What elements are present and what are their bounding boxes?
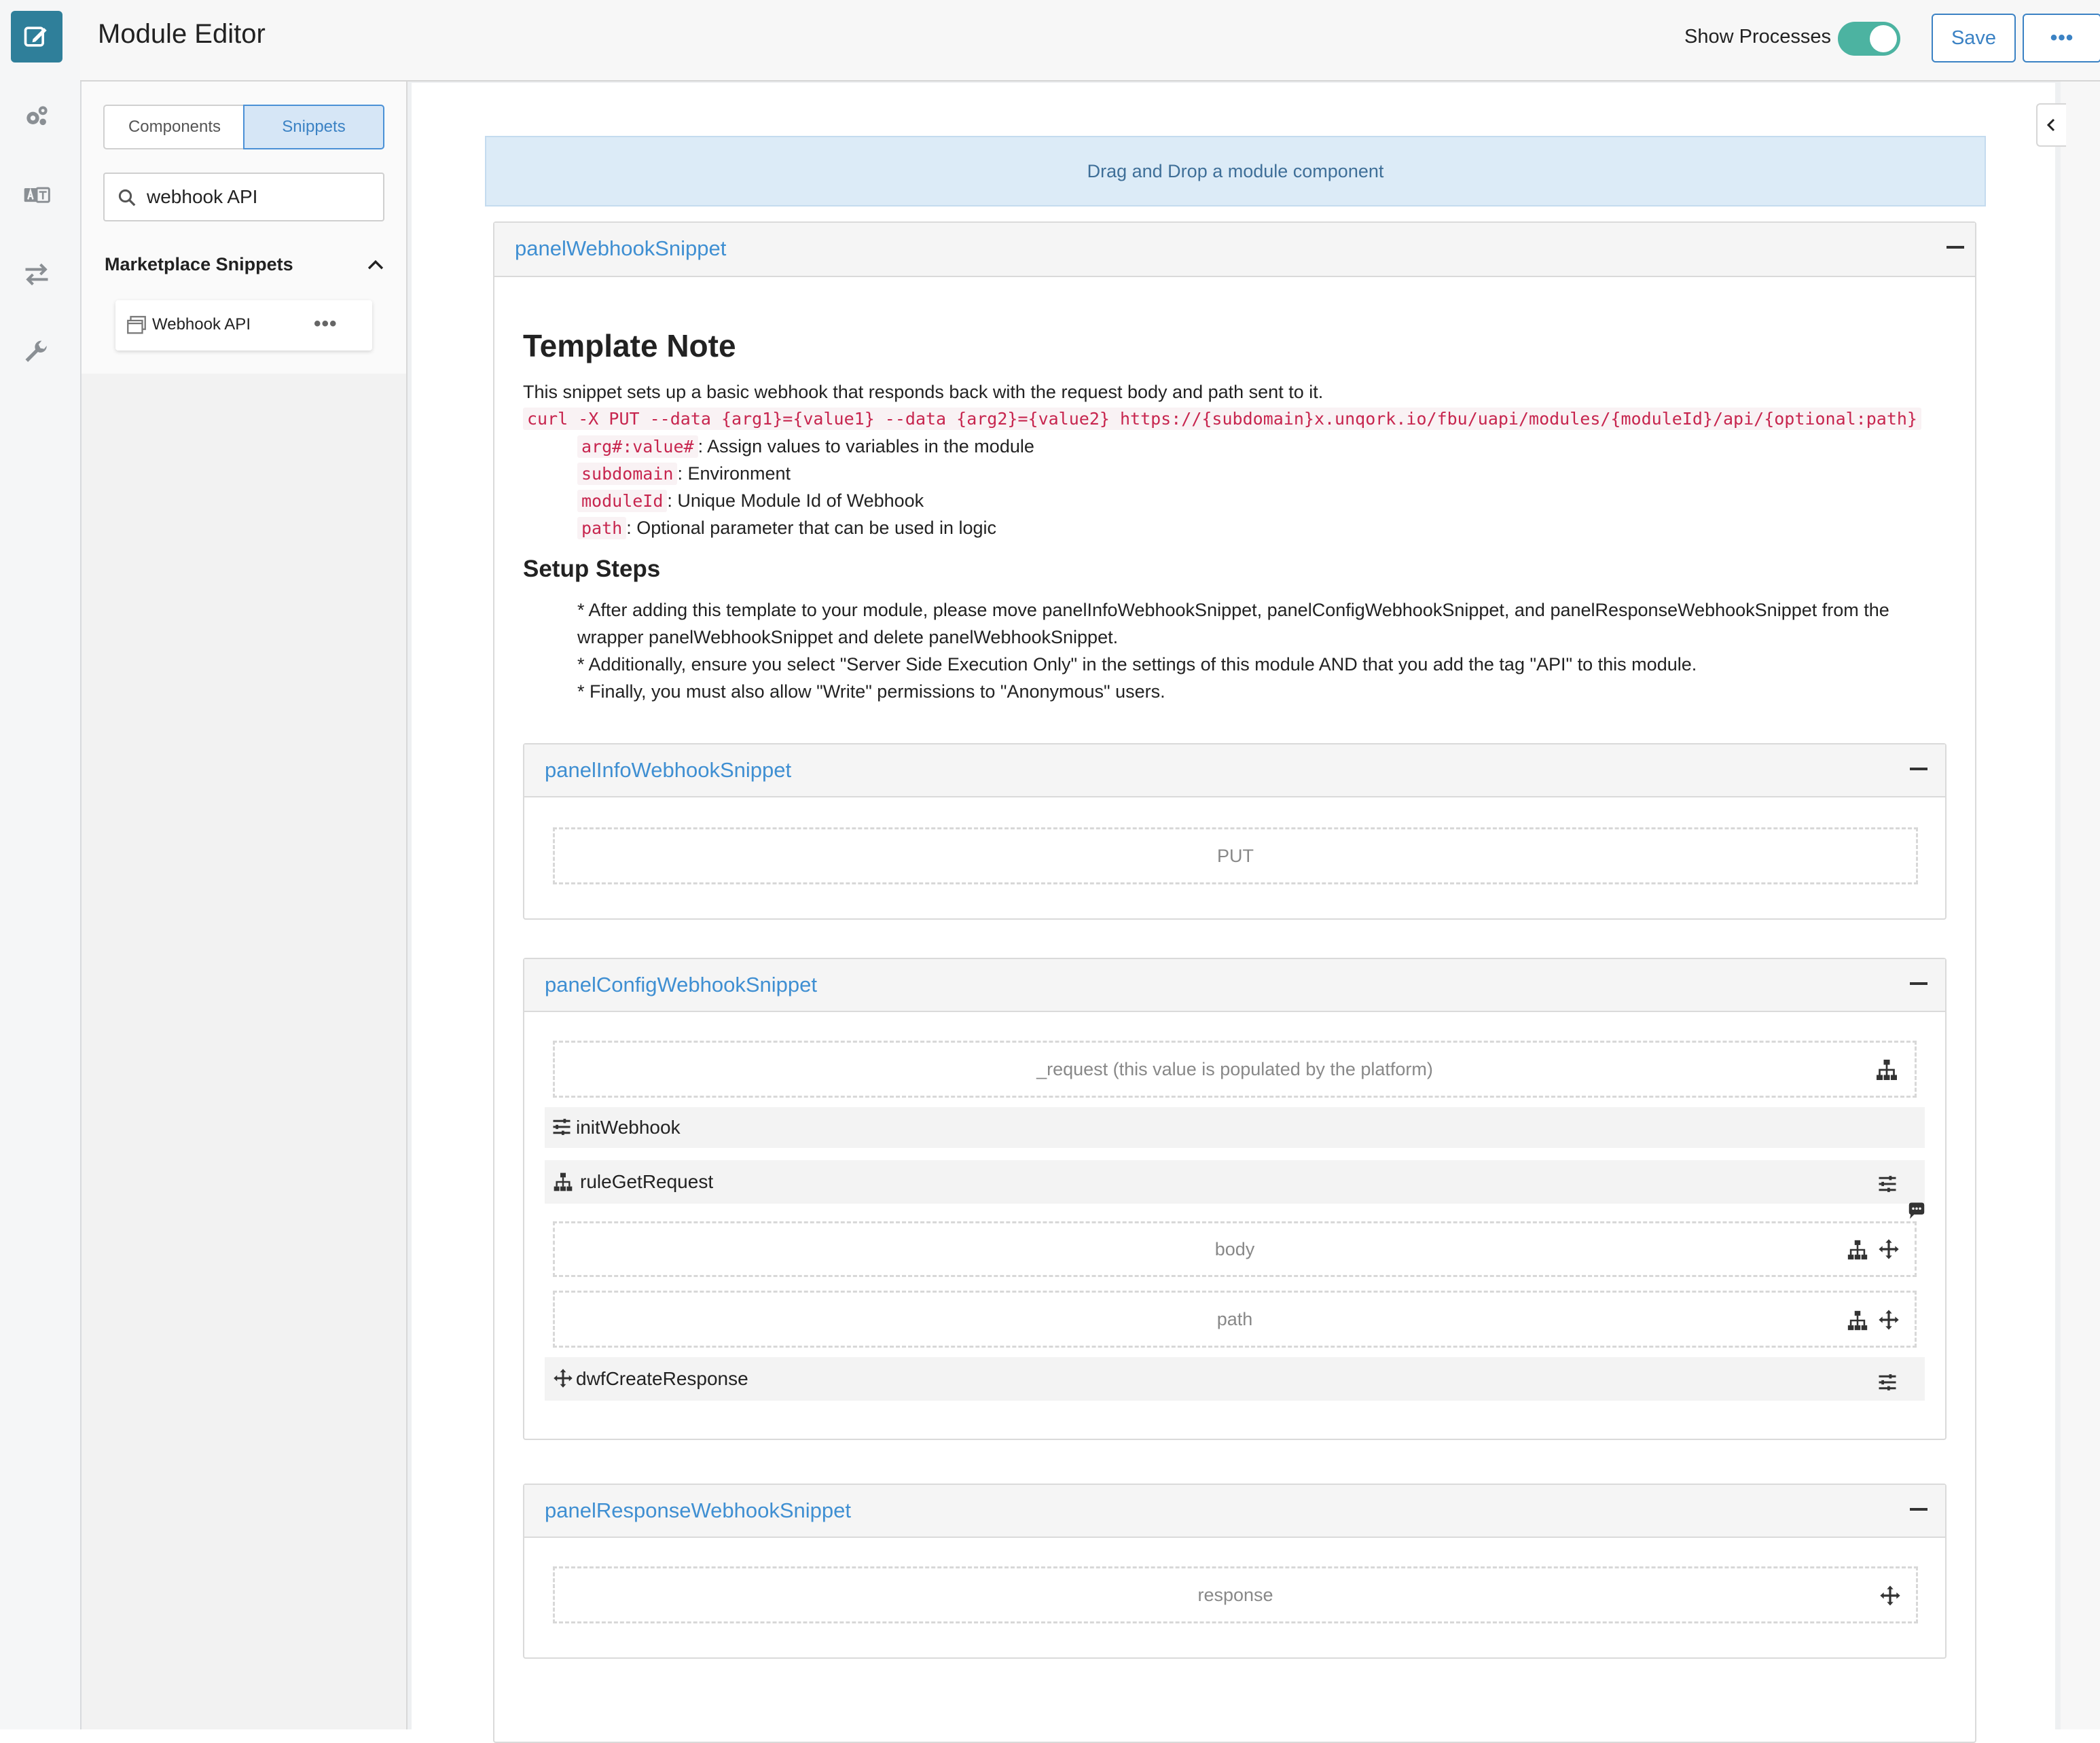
marketplace-snippets-heading: Marketplace Snippets [105, 254, 293, 274]
snippet-item-webhook-api[interactable]: Webhook API ••• [115, 300, 372, 351]
panel-header: panelConfigWebhookSnippet [524, 959, 1945, 1012]
toggle-knob [1870, 25, 1897, 52]
collapse-minus-icon[interactable] [1910, 1508, 1927, 1511]
move-icon[interactable] [1878, 1309, 1900, 1331]
param-text: : Optional parameter that can be used in… [626, 518, 997, 538]
body-field-label: body [1214, 1238, 1255, 1259]
edit-icon[interactable] [11, 11, 62, 62]
curl-code: curl -X PUT --data {arg1}={value1} --dat… [523, 408, 1921, 430]
sliders-icon [1879, 1176, 1896, 1192]
response-field-label: response [1197, 1584, 1273, 1605]
path-field[interactable]: path [553, 1291, 1917, 1348]
snippet-label: Webhook API [152, 315, 251, 334]
transfer-icon[interactable] [11, 249, 62, 300]
chevron-up-icon[interactable] [364, 254, 387, 277]
path-field-label: path [1216, 1308, 1253, 1329]
tab-snippets[interactable]: Snippets [243, 105, 384, 149]
gears-icon[interactable] [11, 91, 62, 143]
search-value: webhook API [147, 186, 258, 207]
sitemap-icon [1877, 1060, 1897, 1080]
search-input[interactable]: webhook API [103, 173, 384, 221]
param-code: path [577, 517, 627, 539]
dwf-create-response-label: dwfCreateResponse [576, 1368, 748, 1389]
panel-title[interactable]: panelInfoWebhookSnippet [545, 758, 791, 783]
tab-components[interactable]: Components [103, 105, 245, 149]
drop-zone[interactable]: Drag and Drop a module component [485, 136, 1986, 206]
left-icon-rail [0, 0, 82, 1729]
comment-icon[interactable] [1906, 1201, 1927, 1221]
sitemap-icon [1847, 1240, 1868, 1260]
param-row: moduleId: Unique Module Id of Webhook [577, 490, 924, 512]
sidebar: Components Snippets webhook API Marketpl… [82, 82, 408, 1729]
panel-header: panelWebhookSnippet [494, 223, 1975, 277]
show-processes-label: Show Processes [1684, 26, 1831, 48]
translate-icon[interactable] [11, 170, 62, 221]
body-field[interactable]: body [553, 1221, 1917, 1277]
param-row: subdomain: Environment [577, 463, 791, 485]
setup-step: * After adding this template to your mod… [577, 600, 1889, 647]
init-webhook-label: initWebhook [576, 1117, 681, 1138]
right-panel-rail [2061, 82, 2100, 1729]
param-code: subdomain [577, 463, 678, 485]
request-field[interactable]: _request (this value is populated by the… [553, 1041, 1917, 1098]
dwf-create-response-row[interactable]: dwfCreateResponse [545, 1357, 1925, 1401]
wrench-icon[interactable] [11, 327, 62, 379]
move-icon[interactable] [1878, 1238, 1900, 1260]
param-text: : Assign values to variables in the modu… [698, 436, 1034, 456]
sitemap-icon [554, 1172, 573, 1191]
template-note-heading: Template Note [523, 328, 736, 363]
panel-title[interactable]: panelWebhookSnippet [515, 236, 726, 261]
move-icon[interactable] [1879, 1585, 1901, 1606]
param-row: path: Optional parameter that can be use… [577, 517, 997, 539]
top-header: Module Editor Show Processes Save ••• [80, 0, 2100, 82]
sliders-icon [553, 1119, 571, 1135]
panel-header: panelResponseWebhookSnippet [524, 1485, 1945, 1538]
show-processes-toggle[interactable] [1838, 22, 1900, 56]
sitemap-icon [1847, 1310, 1868, 1331]
param-text: : Unique Module Id of Webhook [667, 490, 924, 511]
collapse-minus-icon[interactable] [1947, 246, 1964, 249]
request-field-label: _request (this value is populated by the… [1036, 1058, 1433, 1079]
chevron-left-icon [2046, 118, 2055, 132]
param-code: moduleId [577, 490, 668, 512]
panel-info-webhook-snippet[interactable]: panelInfoWebhookSnippet PUT [523, 743, 1947, 920]
panel-title[interactable]: panelConfigWebhookSnippet [545, 973, 817, 997]
setup-step: * Finally, you must also allow "Write" p… [577, 681, 1165, 702]
curl-command: curl -X PUT --data {arg1}={value1} --dat… [523, 408, 1921, 430]
more-options-button[interactable]: ••• [2023, 14, 2100, 62]
panel-title[interactable]: panelResponseWebhookSnippet [545, 1498, 851, 1523]
save-button[interactable]: Save [1932, 14, 2016, 62]
template-note-description: This snippet sets up a basic webhook tha… [523, 382, 1324, 402]
setup-steps-heading: Setup Steps [523, 556, 661, 582]
collapse-minus-icon[interactable] [1910, 982, 1927, 985]
param-row: arg#:value#: Assign values to variables … [577, 435, 1034, 458]
response-field[interactable]: response [553, 1566, 1918, 1623]
search-icon [118, 189, 136, 206]
rule-get-request-row[interactable]: ruleGetRequest [545, 1160, 1925, 1204]
collapse-panel-button[interactable] [2036, 103, 2066, 147]
setup-step: * Additionally, ensure you select "Serve… [577, 654, 1697, 675]
init-webhook-row[interactable]: initWebhook [545, 1107, 1925, 1148]
panel-response-webhook-snippet[interactable]: panelResponseWebhookSnippet response [523, 1484, 1947, 1659]
param-code: arg#:value# [577, 435, 698, 458]
collapse-minus-icon[interactable] [1910, 768, 1927, 770]
put-field[interactable]: PUT [553, 827, 1918, 884]
page-title: Module Editor [98, 19, 266, 49]
snippet-more-button[interactable]: ••• [314, 312, 338, 336]
rule-get-request-label: ruleGetRequest [580, 1171, 714, 1192]
panel-header: panelInfoWebhookSnippet [524, 744, 1945, 797]
snippet-icon [127, 316, 146, 334]
move-icon [554, 1369, 573, 1388]
param-text: : Environment [677, 463, 791, 484]
sliders-icon [1879, 1374, 1896, 1390]
